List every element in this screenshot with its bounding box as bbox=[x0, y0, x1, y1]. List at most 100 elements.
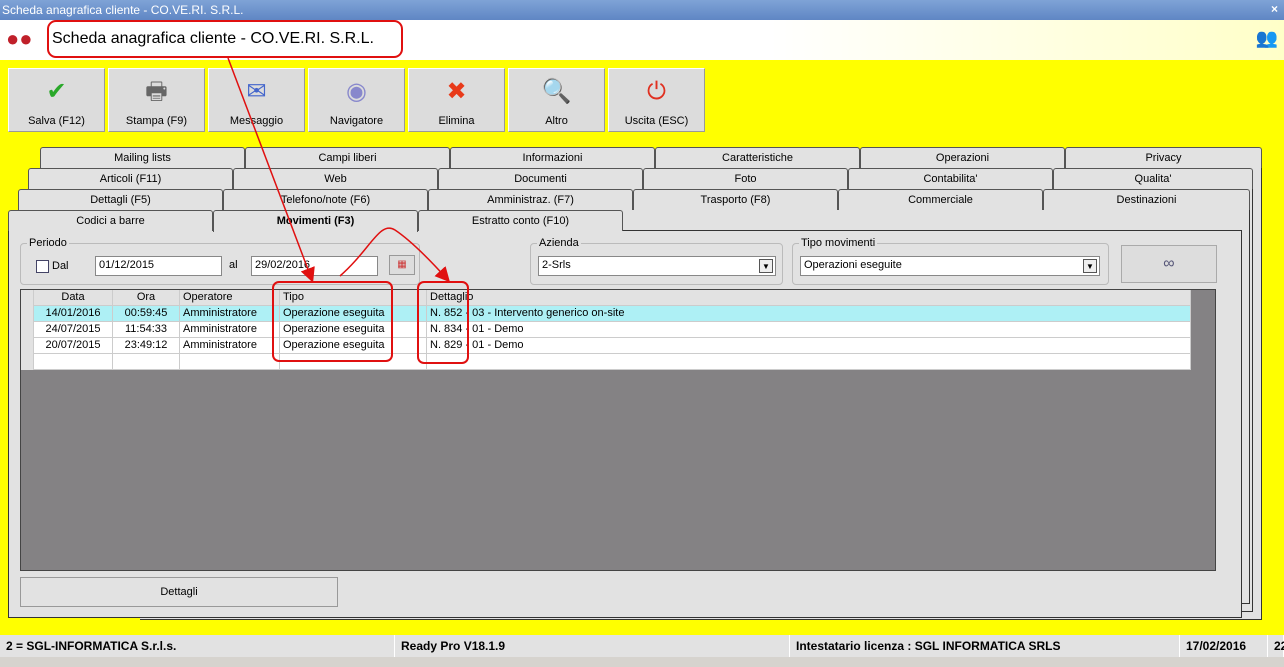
table-row-cell: Operazione eseguita bbox=[280, 306, 427, 322]
toolbar-button-label: Stampa (F9) bbox=[125, 115, 188, 127]
table-row-cell: 14/01/2016 bbox=[34, 306, 113, 322]
status-bar: 2 = SGL-INFORMATICA S.r.l.s. Ready Pro V… bbox=[0, 635, 1284, 657]
toolbar-button-salva[interactable]: ✔ Salva (F12) bbox=[8, 68, 105, 132]
movimenti-grid: Data Ora Operatore Tipo Dettaglio 14/01/2016 0… bbox=[20, 289, 1216, 571]
table-row-cell: Amministratore bbox=[180, 306, 280, 322]
grid-header-cell: Dettaglio bbox=[427, 290, 1191, 306]
table-row-empty-cell bbox=[34, 354, 113, 370]
al-date-input[interactable]: 29/02/2016 bbox=[251, 256, 378, 276]
toolbar-button-navigatore[interactable]: ◉ Navigatore bbox=[308, 68, 405, 132]
toolbar-button-uscita[interactable]: ⏻ Uscita (ESC) bbox=[608, 68, 705, 132]
table-row-empty-cell bbox=[113, 354, 180, 370]
taskbar bbox=[0, 657, 1284, 667]
grid-header: Data Ora Operatore Tipo Dettaglio bbox=[21, 290, 1191, 306]
table-row-cell: N. 829 - 01 - Demo bbox=[427, 338, 1191, 354]
status-version: Ready Pro V18.1.9 bbox=[395, 635, 790, 657]
window-titlebar: Scheda anagrafica cliente - CO.VE.RI. S.… bbox=[0, 0, 1284, 20]
envelope-pen-icon: ✉ bbox=[246, 78, 267, 105]
grid-header-cell: Data bbox=[34, 290, 113, 306]
table-row-empty-cell bbox=[427, 354, 1191, 370]
status-time: 22 bbox=[1268, 635, 1284, 657]
tab-estratto-conto-f10[interactable]: Estratto conto (F10) bbox=[418, 210, 623, 231]
row-indicator bbox=[21, 322, 34, 338]
table-row[interactable]: 14/01/2016 00:59:45 Amministratore Operazio… bbox=[21, 306, 1191, 322]
power-icon: ⏻ bbox=[647, 78, 666, 105]
table-row-cell: 24/07/2015 bbox=[34, 322, 113, 338]
azienda-select[interactable]: 2-Srls ▼ bbox=[538, 256, 776, 276]
calendar-icon[interactable]: ▦ bbox=[389, 255, 415, 275]
tab-commerciale[interactable]: Commerciale bbox=[838, 189, 1043, 210]
tipo-movimenti-value: Operazioni eseguite bbox=[804, 259, 902, 271]
magnifier-book-icon: 🔍 bbox=[541, 78, 572, 105]
table-row[interactable]: 24/07/2015 11:54:33 Amministratore Operazio… bbox=[21, 322, 1191, 338]
tab-movimenti-f3[interactable]: Movimenti (F3) bbox=[213, 210, 418, 232]
search-binoculars-button[interactable]: ∞ bbox=[1121, 245, 1217, 283]
row-indicator bbox=[21, 354, 34, 370]
compass-icon: ◉ bbox=[346, 78, 367, 105]
azienda-label: Azienda bbox=[539, 237, 579, 249]
dettagli-button[interactable]: Dettagli bbox=[20, 577, 338, 607]
al-label: al bbox=[229, 259, 238, 271]
check-icon: ✔ bbox=[46, 78, 67, 105]
tab-qualita[interactable]: Qualita' bbox=[1053, 168, 1253, 189]
table-row-cell: 11:54:33 bbox=[113, 322, 180, 338]
dal-checkbox[interactable] bbox=[36, 260, 49, 273]
grid-header-cell: Ora bbox=[113, 290, 180, 306]
table-row-cell: 20/07/2015 bbox=[34, 338, 113, 354]
tab-caratteristiche[interactable]: Caratteristiche bbox=[655, 147, 860, 168]
tab-documenti[interactable]: Documenti bbox=[438, 168, 643, 189]
status-license: Intestatario licenza : SGL INFORMATICA S… bbox=[790, 635, 1180, 657]
binoculars-icon: ∞ bbox=[1163, 255, 1175, 272]
row-indicator bbox=[21, 338, 34, 354]
tab-destinazioni[interactable]: Destinazioni bbox=[1043, 189, 1250, 210]
tab-telefono-note-f6[interactable]: Telefono/note (F6) bbox=[223, 189, 428, 210]
tab-privacy[interactable]: Privacy bbox=[1065, 147, 1262, 168]
toolbar-button-label: Navigatore bbox=[329, 115, 384, 127]
table-row-empty-cell bbox=[180, 354, 280, 370]
header: ●● Scheda anagrafica cliente - CO.VE.RI.… bbox=[0, 20, 1284, 60]
users-icon[interactable]: 👥 bbox=[1256, 28, 1278, 49]
tab-mailing-lists[interactable]: Mailing lists bbox=[40, 147, 245, 168]
dal-date-input[interactable]: 01/12/2015 bbox=[95, 256, 222, 276]
printer-icon: 🖶 bbox=[145, 78, 168, 105]
page-title: Scheda anagrafica cliente - CO.VE.RI. S.… bbox=[52, 30, 374, 47]
movimenti-panel: Periodo Dal 01/12/2015 al 29/02/2016 ▦ A… bbox=[8, 230, 1242, 618]
grid-header-cell: Operatore bbox=[180, 290, 280, 306]
tab-amministraz-f7[interactable]: Amministraz. (F7) bbox=[428, 189, 633, 210]
tab-dettagli-f5[interactable]: Dettagli (F5) bbox=[18, 189, 223, 210]
table-row-cell: N. 834 - 01 - Demo bbox=[427, 322, 1191, 338]
table-row-empty[interactable] bbox=[21, 354, 1191, 370]
tab-codici-a-barre[interactable]: Codici a barre bbox=[8, 210, 213, 231]
table-row-cell: Operazione eseguita bbox=[280, 322, 427, 338]
table-row[interactable]: 20/07/2015 23:49:12 Amministratore Operazio… bbox=[21, 338, 1191, 354]
tipo-movimenti-select[interactable]: Operazioni eseguite ▼ bbox=[800, 256, 1100, 276]
periodo-label: Periodo bbox=[29, 237, 67, 249]
tab-trasporto-f8[interactable]: Trasporto (F8) bbox=[633, 189, 838, 210]
tab-web[interactable]: Web bbox=[233, 168, 438, 189]
table-row-cell: Amministratore bbox=[180, 338, 280, 354]
tab-informazioni[interactable]: Informazioni bbox=[450, 147, 655, 168]
grid-header-cell: Tipo bbox=[280, 290, 427, 306]
toolbar-button-stampa[interactable]: 🖶 Stampa (F9) bbox=[108, 68, 205, 132]
chevron-down-icon[interactable]: ▼ bbox=[759, 259, 773, 273]
tab-contabilita[interactable]: Contabilita' bbox=[848, 168, 1053, 189]
toolbar-button-altro[interactable]: 🔍 Altro bbox=[508, 68, 605, 132]
toolbar-button-label: Altro bbox=[545, 115, 568, 127]
tab-operazioni[interactable]: Operazioni bbox=[860, 147, 1065, 168]
table-row-cell: Operazione eseguita bbox=[280, 338, 427, 354]
close-icon[interactable]: × bbox=[1271, 2, 1278, 16]
toolbar-button-elimina[interactable]: ✖ Elimina bbox=[408, 68, 505, 132]
tab-campi-liberi[interactable]: Campi liberi bbox=[245, 147, 450, 168]
table-row-cell: 00:59:45 bbox=[113, 306, 180, 322]
toolbar-button-messaggio[interactable]: ✉ Messaggio bbox=[208, 68, 305, 132]
window-title: Scheda anagrafica cliente - CO.VE.RI. S.… bbox=[2, 3, 244, 17]
tab-foto[interactable]: Foto bbox=[643, 168, 848, 189]
table-row-empty-cell bbox=[280, 354, 427, 370]
status-date: 17/02/2016 bbox=[1180, 635, 1268, 657]
toolbar-button-label: Messaggio bbox=[229, 115, 284, 127]
chevron-down-icon[interactable]: ▼ bbox=[1083, 259, 1097, 273]
azienda-value: 2-Srls bbox=[542, 259, 571, 271]
row-indicator bbox=[21, 306, 34, 322]
table-row-cell: Amministratore bbox=[180, 322, 280, 338]
tab-articoli-f11[interactable]: Articoli (F11) bbox=[28, 168, 233, 189]
